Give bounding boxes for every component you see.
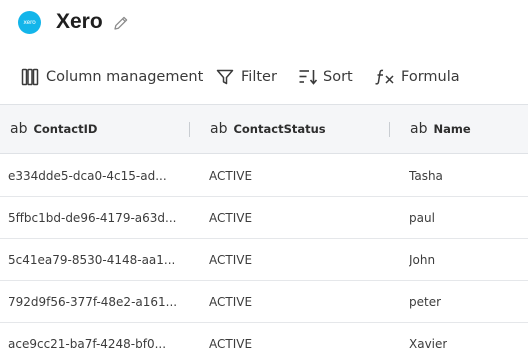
sort-button[interactable]: Sort [298,58,353,96]
cell-contactstatus[interactable]: ACTIVE [209,155,252,196]
text-type-icon: ab [210,121,228,137]
column-header-label: ContactStatus [233,122,326,136]
logo-text: xero [23,19,36,26]
page-title: Xero [56,10,103,33]
column-header-label: ContactID [33,122,98,136]
column-header-contactstatus[interactable]: ab ContactStatus [210,105,326,153]
cell-contactid[interactable]: 5ffbc1bd-de96-4179-a63d... [8,197,188,238]
table-row[interactable]: 792d9f56-377f-48e2-a161... ACTIVE peter [0,281,528,323]
filter-icon [216,68,234,86]
formula-label: Formula [401,69,460,85]
filter-button[interactable]: Filter [216,58,277,96]
cell-contactstatus[interactable]: ACTIVE [209,239,252,280]
filter-label: Filter [241,69,277,85]
table-row[interactable]: e334dde5-dca0-4c15-ad... ACTIVE Tasha [0,155,528,197]
formula-button[interactable]: Formula [374,58,460,96]
text-type-icon: ab [410,121,428,137]
toolbar: Column management Filter Sort Formula [0,58,528,96]
formula-icon [374,68,396,86]
cell-contactstatus[interactable]: ACTIVE [209,197,252,238]
data-grid: ab ContactID ab ContactStatus ab Name e3… [0,104,528,360]
cell-contactid[interactable]: 792d9f56-377f-48e2-a161... [8,281,188,322]
xero-logo: xero [18,11,41,34]
page-header: xero Xero [0,0,528,52]
column-resize-handle[interactable] [189,122,190,137]
table-row[interactable]: ace9cc21-ba7f-4248-bf0... ACTIVE Xavier [0,323,528,360]
cell-name[interactable]: John [409,239,435,280]
column-header-contactid[interactable]: ab ContactID [10,105,97,153]
cell-name[interactable]: Tasha [409,155,443,196]
column-header-label: Name [433,122,471,136]
cell-contactid[interactable]: e334dde5-dca0-4c15-ad... [8,155,188,196]
table-row[interactable]: 5ffbc1bd-de96-4179-a63d... ACTIVE paul [0,197,528,239]
sort-icon [298,68,318,86]
column-resize-handle[interactable] [389,122,390,137]
cell-name[interactable]: peter [409,281,441,322]
cell-contactid[interactable]: ace9cc21-ba7f-4248-bf0... [8,323,188,360]
pencil-icon[interactable] [112,14,130,32]
text-type-icon: ab [10,121,28,137]
cell-contactstatus[interactable]: ACTIVE [209,323,252,360]
column-management-label: Column management [46,69,204,85]
cell-name[interactable]: Xavier [409,323,447,360]
column-header-name[interactable]: ab Name [410,105,471,153]
cell-name[interactable]: paul [409,197,435,238]
grid-header-row: ab ContactID ab ContactStatus ab Name [0,105,528,154]
column-management-button[interactable]: Column management [21,58,203,96]
columns-icon [21,68,39,86]
sort-label: Sort [323,69,353,85]
cell-contactid[interactable]: 5c41ea79-8530-4148-aa1... [8,239,188,280]
cell-contactstatus[interactable]: ACTIVE [209,281,252,322]
table-row[interactable]: 5c41ea79-8530-4148-aa1... ACTIVE John [0,239,528,281]
